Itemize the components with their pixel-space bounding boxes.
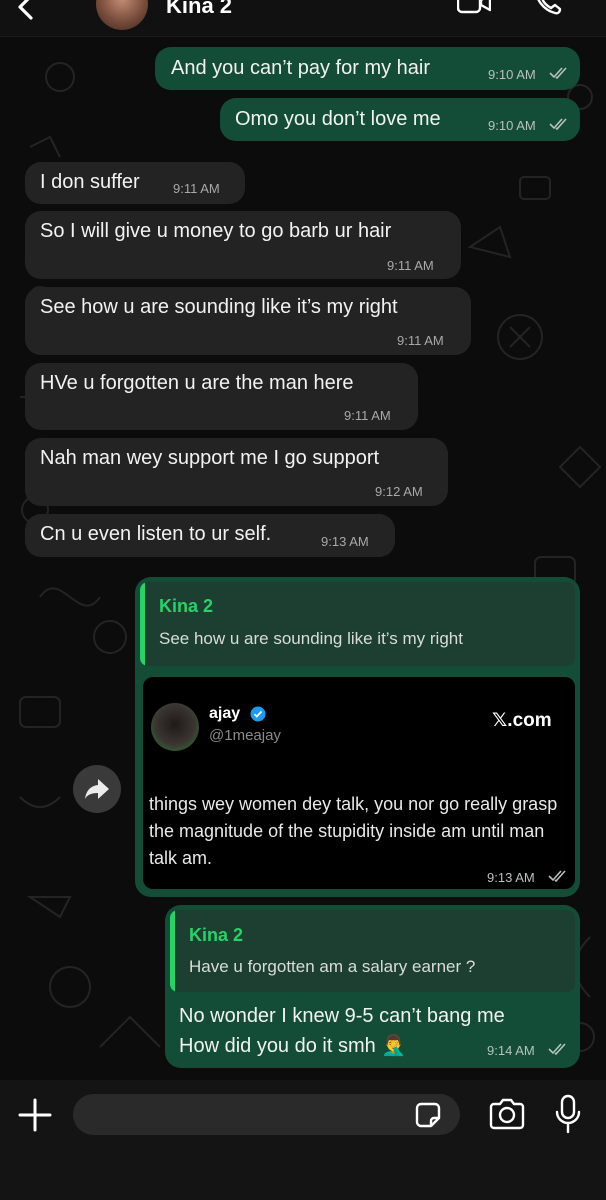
message-text: HVe u forgotten u are the man here: [40, 372, 354, 394]
plus-icon[interactable]: [18, 1098, 52, 1132]
message-time: 9:11 AM: [344, 408, 391, 423]
forward-icon: [85, 779, 109, 799]
video-camera-icon[interactable]: [457, 0, 491, 14]
message-text: And you can’t pay for my hair: [171, 57, 431, 79]
double-check-icon: [549, 67, 567, 79]
message-time: 9:12 AM: [375, 484, 423, 499]
tweet-text: things wey women dey talk, you nor go re…: [149, 794, 558, 868]
tweet-author-avatar: [151, 703, 199, 751]
message-composer: [0, 1080, 606, 1200]
message-text: Nah man wey support me I go support: [40, 447, 380, 469]
incoming-message[interactable]: So I will give u money to go barb ur hai…: [25, 211, 461, 279]
quoted-message[interactable]: Kina 2 See how u are sounding like it’s …: [140, 582, 575, 666]
contact-avatar[interactable]: [96, 0, 148, 30]
quoted-text: See how u are sounding like it’s my righ…: [159, 629, 463, 648]
forward-button[interactable]: [73, 765, 121, 813]
outgoing-reply-message[interactable]: Kina 2 Have u forgotten am a salary earn…: [165, 905, 580, 1068]
quoted-sender: Kina 2: [189, 925, 244, 945]
incoming-message[interactable]: HVe u forgotten u are the man here 9:11 …: [25, 363, 418, 430]
link-source: 𝕏.com: [492, 710, 552, 731]
verified-badge-icon: [250, 706, 266, 722]
message-time: 9:11 AM: [387, 258, 434, 273]
message-input[interactable]: [73, 1094, 460, 1135]
double-check-icon: [549, 118, 567, 130]
message-text: How did you do it smh 🤦‍♂️: [179, 1035, 407, 1057]
incoming-message[interactable]: Cn u even listen to ur self. 9:13 AM: [25, 514, 395, 557]
chat-header: Kina 2: [0, 0, 606, 37]
tweet-author-name: ajay: [209, 705, 241, 722]
message-text: Cn u even listen to ur self.: [40, 523, 272, 545]
double-check-icon: [548, 870, 566, 882]
message-time: 9:10 AM: [488, 118, 536, 133]
link-preview-card[interactable]: ajay @1meajay 𝕏.com things wey women dey…: [143, 677, 575, 889]
microphone-icon[interactable]: [554, 1094, 582, 1134]
message-time: 9:11 AM: [397, 333, 444, 348]
message-time: 9:10 AM: [488, 67, 536, 82]
quote-accent-bar: [170, 910, 175, 992]
message-text: I don suffer: [40, 171, 140, 193]
message-text: So I will give u money to go barb ur hai…: [40, 220, 392, 242]
camera-icon[interactable]: [488, 1098, 526, 1130]
quoted-sender: Kina 2: [159, 596, 214, 616]
chat-area[interactable]: And you can’t pay for my hair 9:10 AM Om…: [0, 37, 606, 1080]
phone-icon[interactable]: [533, 0, 563, 16]
message-text: No wonder I knew 9-5 can’t bang me: [179, 1005, 505, 1027]
quote-accent-bar: [140, 582, 145, 666]
chevron-left-icon[interactable]: [14, 0, 38, 24]
message-text: See how u are sounding like it’s my righ…: [40, 296, 398, 318]
incoming-message[interactable]: Nah man wey support me I go support 9:12…: [25, 438, 448, 506]
incoming-message[interactable]: I don suffer 9:11 AM: [25, 162, 245, 204]
double-check-icon: [548, 1043, 566, 1055]
quoted-text: Have u forgotten am a salary earner ?: [189, 957, 476, 976]
incoming-message[interactable]: See how u are sounding like it’s my righ…: [25, 287, 471, 355]
sticker-icon[interactable]: [413, 1100, 443, 1130]
message-time: 9:11 AM: [173, 181, 220, 196]
outgoing-message[interactable]: And you can’t pay for my hair 9:10 AM: [155, 47, 580, 90]
outgoing-message[interactable]: Omo you don’t love me 9:10 AM: [220, 98, 580, 141]
message-time: 9:13 AM: [321, 534, 369, 549]
message-time: 9:13 AM: [487, 870, 535, 885]
quoted-message[interactable]: Kina 2 Have u forgotten am a salary earn…: [170, 910, 575, 992]
tweet-author-handle: @1meajay: [209, 727, 281, 744]
message-time: 9:14 AM: [487, 1043, 535, 1058]
contact-name[interactable]: Kina 2: [166, 0, 232, 19]
message-text: Omo you don’t love me: [235, 108, 441, 130]
